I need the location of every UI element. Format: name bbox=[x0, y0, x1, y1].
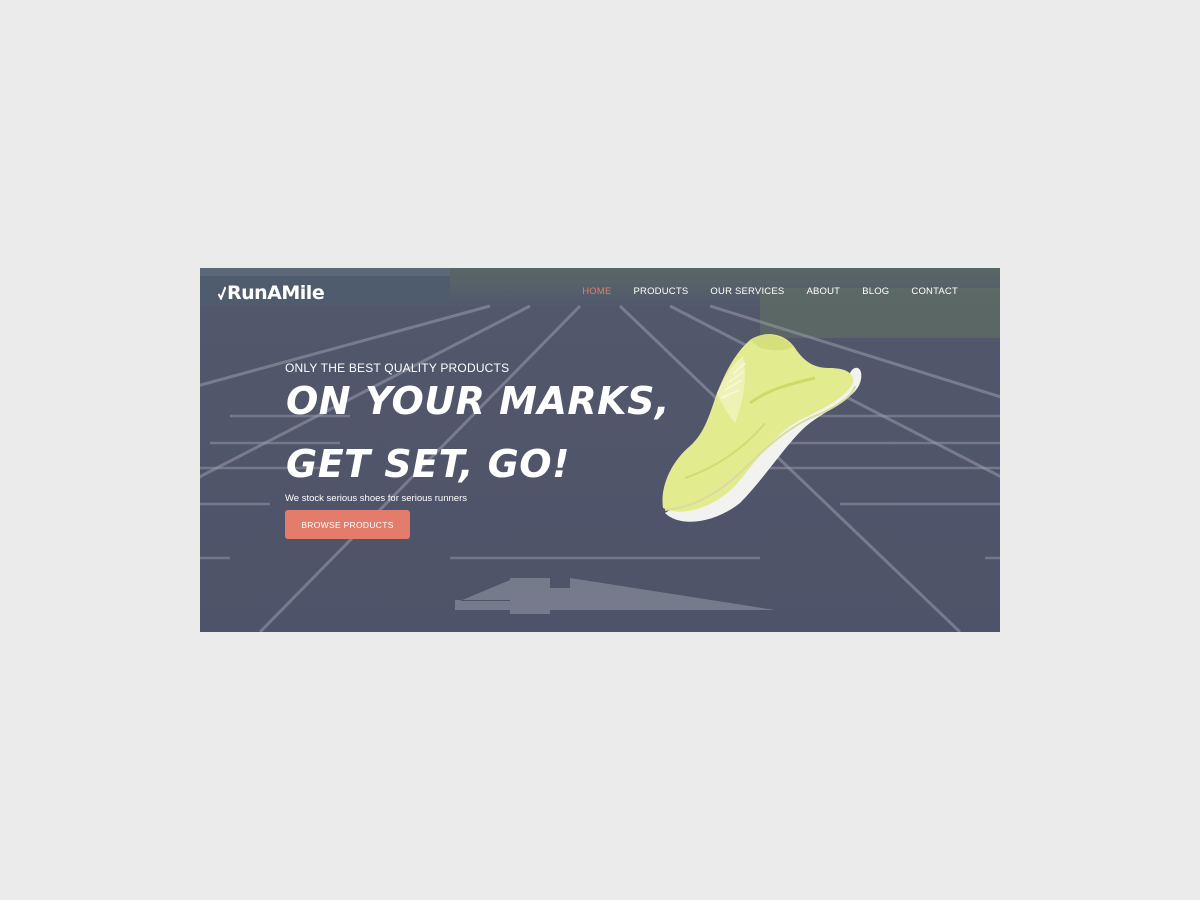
hero-eyebrow: ONLY THE BEST QUALITY PRODUCTS bbox=[285, 361, 510, 375]
hero-subtext: We stock serious shoes for serious runne… bbox=[285, 493, 467, 504]
nav-item-home[interactable]: HOME bbox=[582, 286, 611, 297]
nav-item-our-services[interactable]: OUR SERVICES bbox=[710, 286, 784, 297]
hero-banner: RunAMile HOME PRODUCTS OUR SERVICES ABOU… bbox=[200, 268, 1000, 632]
browse-products-button[interactable]: BROWSE PRODUCTS bbox=[285, 510, 410, 539]
nav-item-contact[interactable]: CONTACT bbox=[911, 286, 958, 297]
hero-headline-line-2: GET SET, GO! bbox=[286, 442, 570, 486]
running-shoe-icon bbox=[662, 334, 862, 522]
site-logo[interactable]: RunAMile bbox=[218, 282, 325, 304]
nav-item-about[interactable]: ABOUT bbox=[806, 286, 840, 297]
hero-headline-line-1: ON YOUR MARKS, bbox=[286, 379, 670, 423]
nav-item-products[interactable]: PRODUCTS bbox=[634, 286, 689, 297]
logo-text: RunAMile bbox=[227, 282, 325, 304]
check-mark-icon bbox=[218, 286, 226, 300]
main-nav: HOME PRODUCTS OUR SERVICES ABOUT BLOG CO… bbox=[560, 286, 958, 297]
nav-item-blog[interactable]: BLOG bbox=[862, 286, 889, 297]
